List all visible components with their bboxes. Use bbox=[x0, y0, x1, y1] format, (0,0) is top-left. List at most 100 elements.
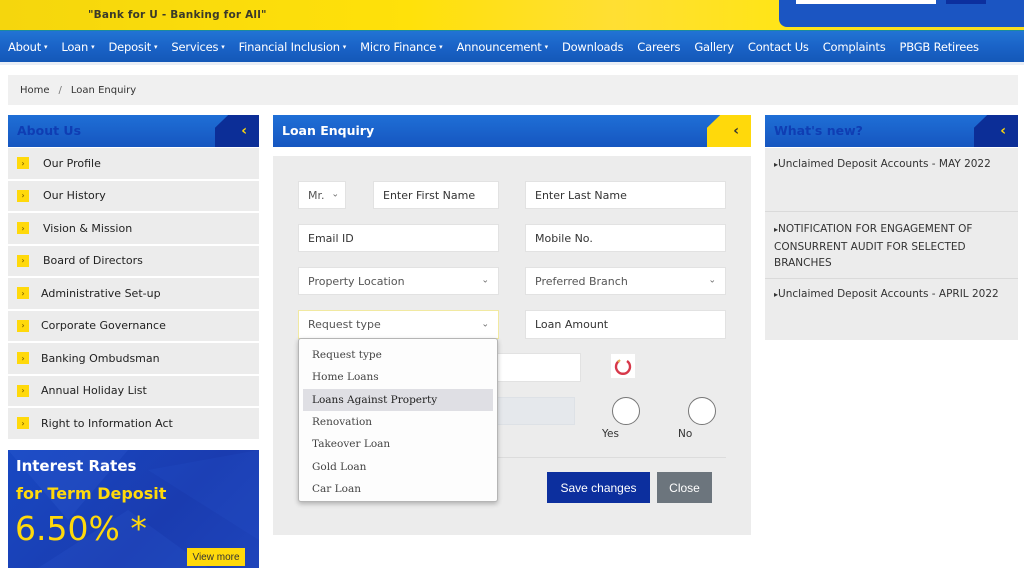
nav-item-loan[interactable]: Loan ▾ bbox=[61, 40, 94, 54]
property-location-select[interactable]: Property Location ⌄ bbox=[298, 267, 499, 295]
nav-item-about[interactable]: About ▾ bbox=[8, 39, 48, 54]
request-type-select[interactable]: Request type ⌄ bbox=[298, 310, 499, 339]
dropdown-option[interactable]: Car Loan bbox=[303, 478, 493, 500]
chevron-right-icon: › bbox=[17, 384, 29, 397]
news-separator bbox=[765, 211, 1018, 212]
dropdown-option[interactable]: Gold Loan bbox=[303, 455, 493, 477]
dropdown-option[interactable]: Renovation bbox=[303, 411, 493, 433]
breadcrumb-home-link[interactable]: Home bbox=[20, 85, 50, 96]
navbar-shadow bbox=[0, 62, 1024, 65]
nav-item-pbgb-retirees[interactable]: PBGB Retirees bbox=[900, 40, 980, 54]
radio-no[interactable] bbox=[688, 397, 716, 425]
whats-new-collapse-tab[interactable] bbox=[974, 115, 1018, 147]
news-item[interactable]: ▸Unclaimed Deposit Accounts - MAY 2022 bbox=[774, 156, 1010, 174]
dropdown-option[interactable]: Home Loans bbox=[303, 366, 493, 388]
sidebar-item-board-of-directors[interactable]: › Board of Directors bbox=[8, 245, 259, 276]
nav-item-label: Micro Finance bbox=[360, 39, 437, 54]
whats-new-list: ▸Unclaimed Deposit Accounts - MAY 2022 ▸… bbox=[765, 148, 1018, 340]
sidebar-item-our-history[interactable]: › Our History bbox=[8, 180, 259, 211]
chevron-left-icon[interactable]: ‹ bbox=[241, 123, 247, 139]
nav-item-micro-finance[interactable]: Micro Finance ▾ bbox=[360, 39, 443, 54]
nav-item-careers[interactable]: Careers bbox=[637, 40, 680, 54]
chevron-left-icon[interactable]: ‹ bbox=[733, 123, 739, 139]
chevron-right-icon: › bbox=[17, 352, 29, 365]
dropdown-option[interactable]: Request type bbox=[303, 344, 493, 366]
close-button[interactable]: Close bbox=[657, 472, 712, 503]
nav-item-label: Complaints bbox=[822, 39, 886, 54]
nav-item-contact-us[interactable]: Contact Us bbox=[748, 40, 809, 54]
chevron-left-icon[interactable]: ‹ bbox=[1000, 123, 1006, 139]
nav-item-services[interactable]: Services ▾ bbox=[171, 40, 224, 54]
sidebar-collapse-tab[interactable] bbox=[215, 115, 259, 147]
form-collapse-tab[interactable] bbox=[707, 115, 751, 147]
news-item-text: Unclaimed Deposit Accounts - MAY 2022 bbox=[778, 158, 991, 170]
preferred-branch-select[interactable]: Preferred Branch ⌄ bbox=[525, 267, 726, 295]
news-item-text: NOTIFICATION FOR ENGAGEMENT OF CONSURREN… bbox=[774, 223, 973, 269]
nav-item-downloads[interactable]: Downloads bbox=[562, 40, 624, 54]
caret-down-icon: ▾ bbox=[221, 42, 225, 51]
breadcrumb-current: Loan Enquiry bbox=[70, 84, 137, 96]
preferred-branch-value: Preferred Branch bbox=[535, 274, 628, 288]
bank-tagline: "Bank for U - Banking for All" bbox=[88, 9, 267, 21]
nav-item-label: About bbox=[8, 39, 42, 54]
nav-item-announcement[interactable]: Announcement ▾ bbox=[456, 39, 549, 54]
site-search-button[interactable] bbox=[946, 0, 986, 4]
save-changes-button[interactable]: Save changes bbox=[547, 472, 650, 503]
property-location-value: Property Location bbox=[308, 274, 405, 288]
sidebar-item-administrative-set-up[interactable]: › Administrative Set-up bbox=[8, 278, 259, 309]
caret-down-icon: ▾ bbox=[44, 42, 48, 51]
chevron-down-icon: ⌄ bbox=[331, 189, 339, 200]
sidebar-item-label: Annual Holiday List bbox=[41, 384, 147, 398]
radio-no-label: No bbox=[678, 428, 693, 440]
nav-item-complaints[interactable]: Complaints bbox=[823, 40, 886, 54]
caret-down-icon: ▾ bbox=[154, 42, 158, 51]
salutation-value: Mr. bbox=[308, 188, 325, 202]
view-more-button[interactable]: View more bbox=[187, 548, 245, 566]
nav-item-deposit[interactable]: Deposit ▾ bbox=[108, 40, 157, 54]
salutation-select[interactable]: Mr. ⌄ bbox=[298, 181, 346, 209]
loan-amount-input[interactable]: Loan Amount bbox=[525, 310, 726, 339]
breadcrumb-separator: / bbox=[58, 84, 62, 96]
nav-item-financial-inclusion[interactable]: Financial Inclusion ▾ bbox=[239, 40, 347, 54]
sidebar-item-corporate-governance[interactable]: › Corporate Governance bbox=[8, 310, 259, 341]
sidebar-item-annual-holiday-list[interactable]: › Annual Holiday List bbox=[8, 375, 259, 406]
chevron-right-icon: › bbox=[17, 254, 29, 267]
radio-yes[interactable] bbox=[612, 397, 640, 425]
first-name-input[interactable]: Enter First Name bbox=[373, 181, 499, 209]
sidebar-item-label: Vision & Mission bbox=[43, 221, 133, 235]
site-search-input[interactable] bbox=[796, 0, 936, 4]
nav-item-label: Announcement bbox=[456, 39, 542, 54]
chevron-down-icon: ⌄ bbox=[708, 275, 716, 286]
last-name-input[interactable]: Enter Last Name bbox=[525, 181, 726, 209]
dropdown-option[interactable]: Loans Against Property bbox=[303, 388, 493, 411]
captcha-refresh-button[interactable] bbox=[611, 354, 635, 378]
sidebar-item-label: Banking Ombudsman bbox=[41, 351, 160, 365]
whats-new-header: What's new? ‹ bbox=[765, 115, 1018, 147]
caret-down-icon: ▾ bbox=[544, 42, 549, 51]
news-item[interactable]: ▸Unclaimed Deposit Accounts - APRIL 2022 bbox=[774, 286, 1010, 304]
news-separator bbox=[765, 278, 1018, 279]
nav-item-label: Financial Inclusion bbox=[238, 39, 340, 54]
sidebar-item-right-to-information-act[interactable]: › Right to Information Act bbox=[8, 408, 259, 439]
sidebar-item-our-profile[interactable]: › Our Profile bbox=[8, 148, 259, 179]
nav-item-label: Gallery bbox=[694, 39, 734, 54]
dropdown-option[interactable]: Takeover Loan bbox=[303, 433, 493, 455]
sidebar-item-vision-mission[interactable]: › Vision & Mission bbox=[8, 213, 259, 244]
refresh-icon bbox=[614, 359, 632, 375]
nav-item-label: Loan bbox=[61, 39, 89, 54]
chevron-right-icon: › bbox=[17, 319, 29, 332]
sidebar-menu: › Our Profile › Our History › Vision & Missio… bbox=[8, 148, 259, 441]
sidebar-item-banking-ombudsman[interactable]: › Banking Ombudsman bbox=[8, 343, 259, 374]
whats-new-title: What's new? bbox=[774, 123, 863, 138]
nav-item-label: Contact Us bbox=[747, 39, 809, 54]
search-panel bbox=[779, 0, 1024, 27]
news-item[interactable]: ▸NOTIFICATION FOR ENGAGEMENT OF CONSURRE… bbox=[774, 221, 1010, 272]
form-header: Loan Enquiry ‹ bbox=[273, 115, 751, 147]
nav-item-gallery[interactable]: Gallery bbox=[694, 40, 734, 54]
caret-down-icon: ▾ bbox=[91, 42, 95, 51]
chevron-right-icon: › bbox=[17, 222, 29, 235]
mobile-input[interactable]: Mobile No. bbox=[525, 224, 726, 252]
interest-rate-promo: Interest Rates for Term Deposit 6.50% * … bbox=[8, 450, 259, 568]
email-input[interactable]: Email ID bbox=[298, 224, 499, 252]
caret-down-icon: ▾ bbox=[342, 42, 347, 51]
